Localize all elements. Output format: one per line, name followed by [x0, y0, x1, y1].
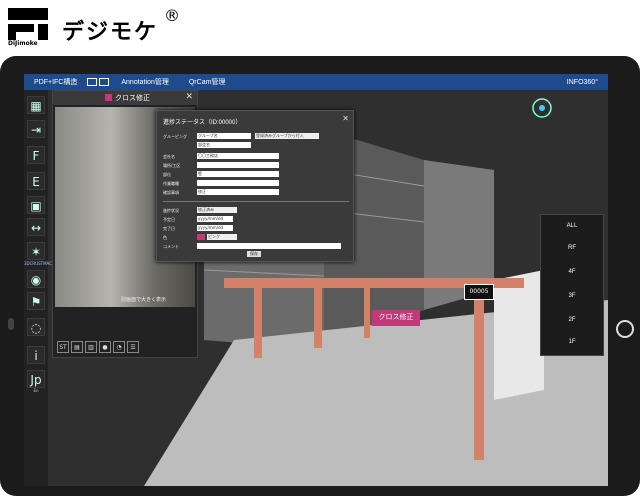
company-input[interactable]: 〇〇工務店 [197, 153, 279, 159]
floor-selector: ALL RF 4F 3F 2F 1F [540, 214, 604, 356]
part-input[interactable]: 壁 [197, 171, 279, 177]
form-row: グルーピング グループ名 登録済みグループから付入 [163, 133, 349, 140]
app-screen: PDF+IFC構造 Annotation管理 QrCam管理 INFO360° … [24, 74, 608, 486]
form-row: 確認事項 修正 [163, 189, 349, 196]
stamp-tool-button[interactable]: ST [57, 341, 69, 353]
camera-panel-title: クロス修正 [115, 95, 150, 102]
floor-button[interactable]: 1F [541, 331, 603, 353]
form-row: 作業職種 [163, 180, 349, 187]
camera-toolbar: ST ▤ ▥ ● ◔ ☰ [57, 341, 139, 355]
tab-pdf-ifc[interactable]: PDF+IFC構造 [24, 77, 87, 87]
grid-icon[interactable] [99, 78, 110, 86]
color-swatch [197, 234, 205, 240]
tab-qrcam[interactable]: QrCam管理 [179, 77, 236, 87]
camera-panel-header: クロス修正 ✕ [53, 91, 197, 105]
form-row: 色 ピンク [163, 234, 349, 241]
annotation-marker[interactable]: クロス修正 [372, 310, 420, 326]
section-icon[interactable]: ▣ [27, 196, 45, 214]
done-date-input[interactable]: yyyy/mm/dd [197, 225, 233, 231]
rotate-tool-button[interactable]: ◔ [113, 341, 125, 353]
floor-button[interactable]: RF [541, 237, 603, 259]
form-row: 場所/工区 [163, 162, 349, 169]
doc-tool-button[interactable]: ▥ [85, 341, 97, 353]
floor-button[interactable]: ALL [541, 215, 603, 237]
form-title: 進捗ステータス（ID:00000） [163, 120, 242, 126]
form-row: 予定日 yyyy/mm/dd [163, 216, 349, 223]
trade-input[interactable] [197, 180, 279, 186]
floor-plan-icon[interactable]: F [27, 146, 45, 164]
left-sidebar: ▦ ⇥ F E ▣ ↔ ✶ 3DCRUSTMAC ◉ ⚑ ◌ i Jp En [24, 90, 53, 486]
comment-input[interactable] [197, 243, 341, 249]
brand-logo: DiJimoke デジモケ ® [6, 6, 226, 52]
pin-icon[interactable]: ◉ [27, 270, 45, 288]
form-row: 部位 壁 [163, 171, 349, 178]
navigation-gizmo-icon[interactable] [530, 96, 554, 120]
form-row: 部会名 [163, 142, 349, 149]
save-button[interactable]: 保存 [247, 251, 261, 257]
import-icon[interactable]: ⇥ [27, 120, 45, 138]
flag-icon[interactable]: ⚑ [27, 292, 45, 310]
form-row: コメント [163, 243, 349, 250]
form-row: 完了日 yyyy/mm/dd [163, 225, 349, 232]
logo-small-text: DiJimoke [8, 40, 38, 47]
check-item-input[interactable]: 修正 [197, 189, 279, 195]
layout-icon[interactable] [87, 78, 98, 86]
crust-label: 3DCRUSTMAC [24, 261, 53, 266]
enlarge-link[interactable]: 別画面で大きく表示 [121, 296, 166, 303]
language-icon[interactable]: Jp [27, 370, 45, 388]
department-input[interactable]: 部会名 [197, 142, 251, 148]
camera-mode-icon[interactable]: ◌ [27, 318, 45, 336]
camera-tool-button[interactable]: ● [99, 341, 111, 353]
tab-annotation[interactable]: Annotation管理 [111, 77, 178, 87]
progress-status-form: 進捗ステータス（ID:00000） ✕ グルーピング グループ名 登録済みグルー… [156, 110, 354, 262]
color-select[interactable]: ピンク [207, 234, 237, 240]
list-tool-button[interactable]: ☰ [127, 341, 139, 353]
info-icon[interactable]: i [27, 346, 45, 364]
language-en-label: En [33, 388, 39, 393]
form-row: 会社名 〇〇工務店 [163, 153, 349, 160]
group-name-input[interactable]: グループ名 [197, 133, 251, 139]
floor-button[interactable]: 2F [541, 309, 603, 331]
brand-name: デジモケ [62, 20, 159, 45]
planned-date-input[interactable]: yyyy/mm/dd [197, 216, 233, 222]
floor-button[interactable]: 4F [541, 261, 603, 283]
floor-button[interactable]: 3F [541, 285, 603, 307]
home-button[interactable] [616, 320, 634, 338]
location-input[interactable] [197, 162, 279, 168]
top-toolbar: PDF+IFC構造 Annotation管理 QrCam管理 INFO360° [24, 74, 608, 90]
camera-icon [8, 318, 14, 330]
status-select[interactable]: 修正済み [197, 207, 237, 213]
annotation-number-tag[interactable]: 00005 [464, 284, 494, 300]
note-tool-button[interactable]: ▤ [71, 341, 83, 353]
close-icon[interactable]: ✕ [185, 92, 193, 102]
marker-color-icon [105, 94, 112, 101]
elevation-icon[interactable]: E [27, 172, 45, 190]
form-row: 進捗状況 修正済み [163, 207, 349, 214]
panel-icon[interactable]: ▦ [27, 96, 45, 114]
measure-icon[interactable]: ↔ [27, 218, 45, 236]
group-select[interactable]: 登録済みグループから付入 [255, 133, 319, 139]
info360-label[interactable]: INFO360° [567, 79, 608, 86]
form-close-icon[interactable]: ✕ [342, 114, 349, 123]
burst-icon[interactable]: ✶ [27, 242, 45, 260]
divider [163, 201, 349, 202]
registered-mark: ® [164, 6, 180, 25]
